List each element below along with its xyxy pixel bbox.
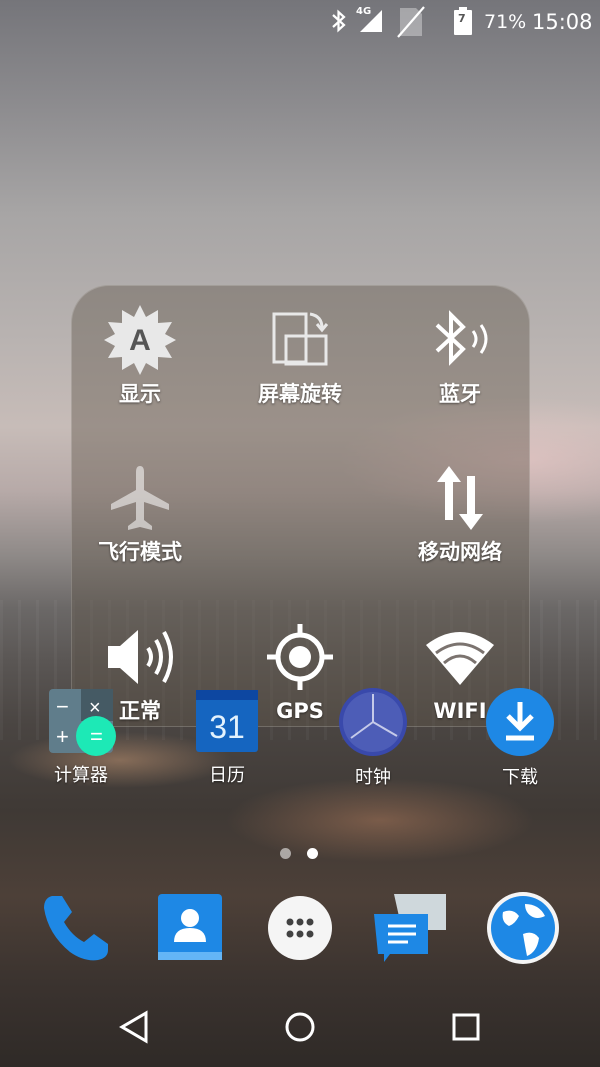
mobile-data-icon bbox=[437, 466, 483, 530]
svg-text:−: − bbox=[56, 694, 69, 719]
auto-brightness-badge: A bbox=[129, 324, 151, 357]
download-icon bbox=[486, 688, 554, 756]
sim-badge: 7 bbox=[458, 12, 466, 25]
volume-icon bbox=[108, 630, 173, 684]
messages-icon[interactable] bbox=[372, 890, 448, 966]
app-calendar[interactable]: 31 日历 bbox=[172, 686, 282, 788]
clock-time: 15:08 bbox=[532, 10, 593, 34]
airplane-icon bbox=[111, 466, 169, 530]
clock-icon bbox=[339, 688, 407, 756]
gps-icon bbox=[267, 624, 333, 690]
app-calculator-label: 计算器 bbox=[54, 765, 108, 786]
app-calculator[interactable]: − × + = 计算器 bbox=[26, 686, 136, 788]
app-drawer-icon[interactable] bbox=[262, 890, 338, 966]
svg-text:×: × bbox=[89, 697, 101, 719]
app-download-label: 下载 bbox=[502, 767, 538, 788]
tile-airplane-mode[interactable]: 飞行模式 bbox=[65, 458, 215, 566]
app-clock-label: 时钟 bbox=[355, 767, 391, 788]
home-icon[interactable] bbox=[278, 1005, 322, 1049]
tile-airplane-mode-label: 飞行模式 bbox=[98, 540, 182, 564]
calendar-day: 31 bbox=[209, 709, 245, 745]
svg-text:=: = bbox=[90, 724, 103, 749]
page-dot[interactable] bbox=[280, 848, 291, 859]
no-sim-icon bbox=[397, 6, 425, 38]
tile-mobile-data-label: 移动网络 bbox=[418, 540, 502, 564]
back-icon[interactable] bbox=[112, 1005, 156, 1049]
tile-bluetooth-label: 蓝牙 bbox=[439, 382, 481, 406]
bluetooth-icon bbox=[332, 9, 346, 33]
tile-display[interactable]: A 显示 bbox=[65, 300, 215, 408]
screen-rotate-icon bbox=[272, 312, 329, 366]
bluetooth-icon bbox=[435, 310, 488, 366]
tile-mobile-data[interactable]: 移动网络 bbox=[385, 458, 535, 566]
app-clock[interactable]: 时钟 bbox=[318, 686, 428, 790]
svg-text:+: + bbox=[56, 724, 69, 749]
tile-bluetooth[interactable]: 蓝牙 bbox=[385, 300, 535, 408]
page-indicator bbox=[280, 848, 318, 859]
app-calendar-label: 日历 bbox=[209, 765, 245, 786]
calendar-icon: 31 bbox=[196, 690, 258, 752]
recents-icon[interactable] bbox=[444, 1005, 488, 1049]
phone-icon[interactable] bbox=[38, 890, 114, 966]
battery-percent: 71% bbox=[484, 11, 527, 33]
status-bar: 4G 7 71% 15:08 bbox=[0, 0, 600, 44]
app-download[interactable]: 下载 bbox=[465, 686, 575, 790]
wifi-icon bbox=[426, 632, 494, 685]
browser-icon[interactable] bbox=[485, 890, 561, 966]
signal-icon bbox=[360, 10, 382, 32]
tile-screen-rotate[interactable]: 屏幕旋转 bbox=[225, 300, 375, 408]
calculator-icon: − × + = bbox=[49, 689, 116, 756]
page-dot-active[interactable] bbox=[307, 848, 318, 859]
auto-brightness-icon: A bbox=[104, 305, 176, 375]
contacts-icon[interactable] bbox=[152, 890, 228, 966]
tile-screen-rotate-label: 屏幕旋转 bbox=[258, 382, 342, 406]
tile-display-label: 显示 bbox=[119, 382, 161, 406]
